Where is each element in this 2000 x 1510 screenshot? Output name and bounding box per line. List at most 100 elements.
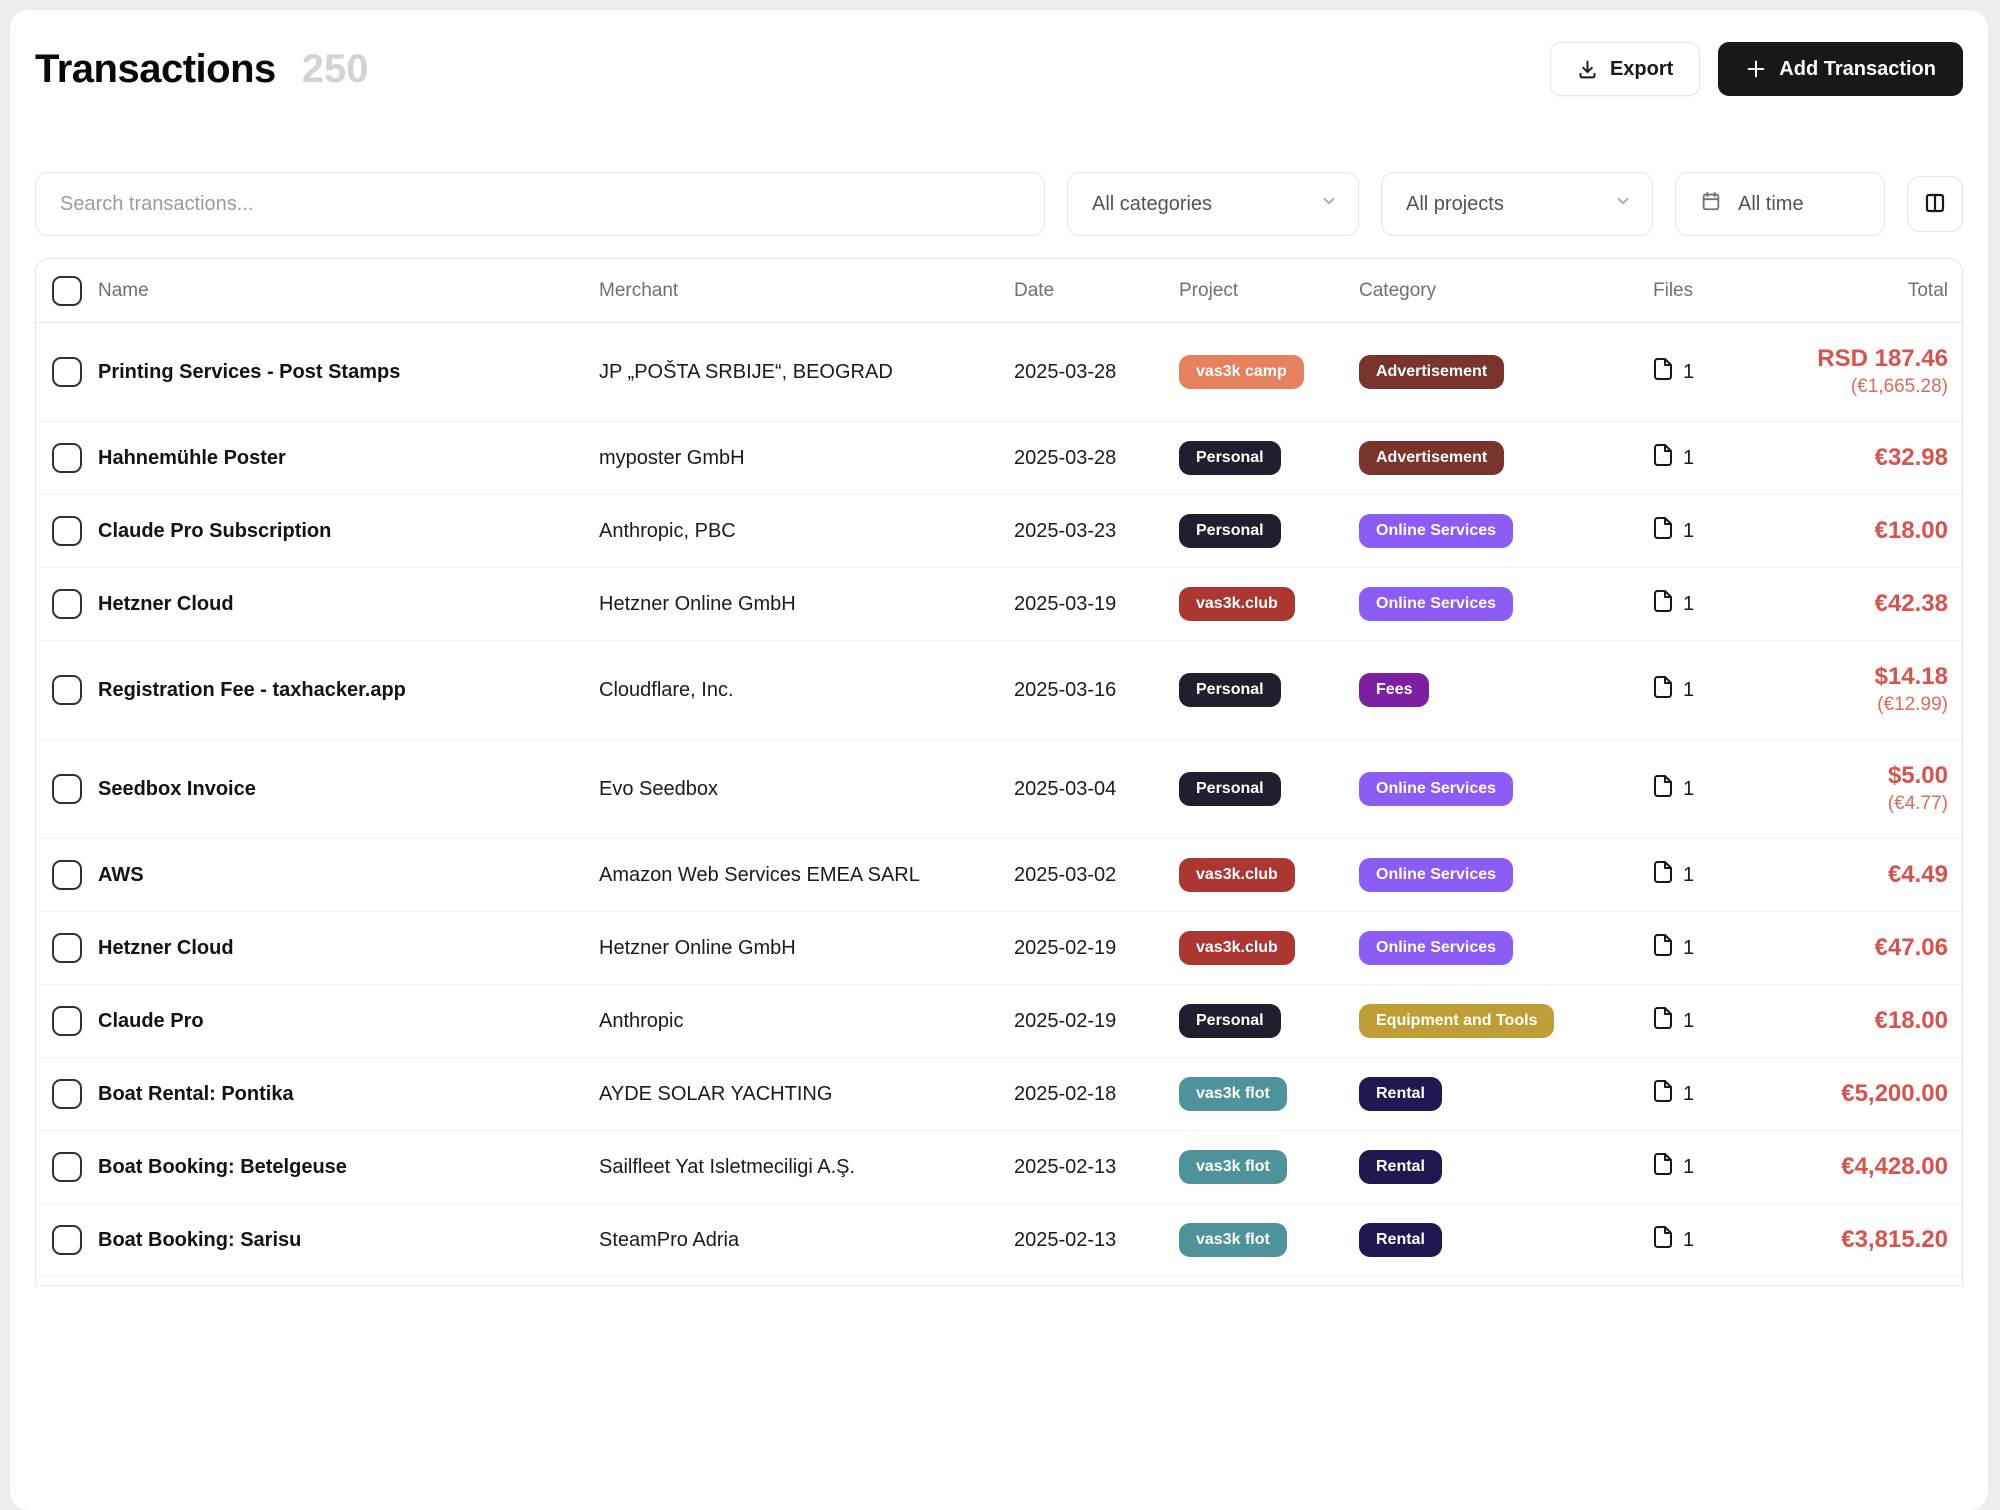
add-transaction-button[interactable]: Add Transaction — [1718, 42, 1963, 96]
file-count: 1 — [1683, 1083, 1694, 1106]
col-header-files: Files — [1653, 280, 1743, 302]
total-amount: €18.00 — [1743, 1007, 1948, 1036]
project-cell: Personal — [1179, 441, 1359, 475]
project-cell: vas3k.club — [1179, 858, 1359, 892]
row-checkbox[interactable] — [52, 675, 82, 705]
row-checkbox-cell — [36, 443, 98, 473]
table-row[interactable]: Claude Pro Subscription Anthropic, PBC 2… — [36, 495, 1962, 568]
merchant-name: Evo Seedbox — [599, 778, 1014, 801]
transaction-name: Boat Rental: Pontika — [98, 1083, 599, 1106]
category-badge: Online Services — [1359, 858, 1513, 892]
files-cell: 1 — [1653, 675, 1743, 705]
project-cell: Personal — [1179, 772, 1359, 806]
total-cell: RSD 187.46 (€1,665.28) — [1743, 345, 1962, 399]
export-button-label: Export — [1610, 58, 1673, 81]
table-row[interactable]: Hetzner Cloud Hetzner Online GmbH 2025-0… — [36, 912, 1962, 985]
chevron-down-icon — [1320, 192, 1338, 216]
row-checkbox[interactable] — [52, 933, 82, 963]
date-range-value: All time — [1738, 193, 1804, 216]
file-count: 1 — [1683, 937, 1694, 960]
file-icon — [1653, 774, 1673, 804]
transaction-date: 2025-03-19 — [1014, 593, 1179, 616]
project-badge: vas3k camp — [1179, 355, 1304, 389]
merchant-name: Hetzner Online GmbH — [599, 593, 1014, 616]
file-count: 1 — [1683, 679, 1694, 702]
table-row[interactable]: Hahnemühle Poster myposter GmbH 2025-03-… — [36, 422, 1962, 495]
file-icon — [1653, 1225, 1673, 1255]
file-count: 1 — [1683, 1010, 1694, 1033]
total-amount: RSD 187.46 — [1743, 345, 1948, 374]
row-checkbox-cell — [36, 1225, 98, 1255]
row-checkbox[interactable] — [52, 1225, 82, 1255]
row-checkbox[interactable] — [52, 1152, 82, 1182]
total-cell: €32.98 — [1743, 444, 1962, 473]
col-header-total: Total — [1743, 280, 1962, 302]
column-toggle-button[interactable] — [1907, 176, 1963, 232]
row-checkbox[interactable] — [52, 357, 82, 387]
merchant-name: Hetzner Online GmbH — [599, 937, 1014, 960]
project-cell: Personal — [1179, 673, 1359, 707]
row-checkbox-cell — [36, 1152, 98, 1182]
table-row[interactable]: Boat Rental: Pontika AYDE SOLAR YACHTING… — [36, 1058, 1962, 1131]
table-row[interactable]: Seedbox Invoice Evo Seedbox 2025-03-04 P… — [36, 740, 1962, 839]
total-cell: €4,428.00 — [1743, 1153, 1962, 1182]
table-row[interactable]: Claude Pro Anthropic 2025-02-19 Personal… — [36, 985, 1962, 1058]
total-cell: €4.49 — [1743, 861, 1962, 890]
file-icon — [1653, 675, 1673, 705]
header-actions: Export Add Transaction — [1550, 42, 1963, 96]
table-row[interactable]: AWS Amazon Web Services EMEA SARL 2025-0… — [36, 839, 1962, 912]
table-row[interactable]: Boat Booking: Betelgeuse Sailfleet Yat I… — [36, 1131, 1962, 1204]
total-amount: €4.49 — [1743, 861, 1948, 890]
transaction-name: Printing Services - Post Stamps — [98, 361, 599, 384]
file-icon — [1653, 443, 1673, 473]
total-amount: €3,815.20 — [1743, 1226, 1948, 1255]
row-checkbox[interactable] — [52, 860, 82, 890]
col-header-date: Date — [1014, 280, 1179, 302]
transaction-name: Hahnemühle Poster — [98, 447, 599, 470]
row-checkbox[interactable] — [52, 774, 82, 804]
export-button[interactable]: Export — [1550, 42, 1700, 96]
transaction-name: Boat Booking: Sarisu — [98, 1229, 599, 1252]
date-range-filter[interactable]: All time — [1675, 172, 1885, 236]
table-row[interactable]: Printing Services - Post Stamps JP „POŠT… — [36, 323, 1962, 422]
table-row[interactable]: Registration Fee - taxhacker.app Cloudfl… — [36, 641, 1962, 740]
content-card: Transactions 250 Export Add Transaction … — [10, 10, 1988, 1510]
category-badge: Rental — [1359, 1150, 1442, 1184]
project-filter[interactable]: All projects — [1381, 172, 1653, 236]
row-checkbox[interactable] — [52, 1079, 82, 1109]
total-amount: $5.00 — [1743, 762, 1948, 791]
row-checkbox[interactable] — [52, 589, 82, 619]
transaction-name: Hetzner Cloud — [98, 937, 599, 960]
total-cell: €42.38 — [1743, 590, 1962, 619]
add-transaction-button-label: Add Transaction — [1779, 58, 1936, 81]
transaction-name: AWS — [98, 864, 599, 887]
total-amount: €42.38 — [1743, 590, 1948, 619]
page-header: Transactions 250 Export Add Transaction — [35, 40, 1963, 98]
category-filter[interactable]: All categories — [1067, 172, 1359, 236]
file-count: 1 — [1683, 361, 1694, 384]
search-input[interactable] — [35, 172, 1045, 236]
file-count: 1 — [1683, 1156, 1694, 1179]
total-converted: (€4.77) — [1743, 793, 1948, 816]
transaction-date: 2025-03-23 — [1014, 520, 1179, 543]
project-badge: Personal — [1179, 772, 1281, 806]
row-checkbox[interactable] — [52, 1006, 82, 1036]
table-row[interactable]: Boat Booking: Sarisu SteamPro Adria 2025… — [36, 1204, 1962, 1277]
select-all-checkbox[interactable] — [52, 276, 82, 306]
total-amount: $14.18 — [1743, 663, 1948, 692]
transaction-name: Registration Fee - taxhacker.app — [98, 679, 599, 702]
transaction-name: Hetzner Cloud — [98, 593, 599, 616]
files-cell: 1 — [1653, 774, 1743, 804]
table-row[interactable]: Hetzner Cloud Hetzner Online GmbH 2025-0… — [36, 568, 1962, 641]
file-count: 1 — [1683, 447, 1694, 470]
project-badge: Personal — [1179, 514, 1281, 548]
project-cell: vas3k camp — [1179, 355, 1359, 389]
transaction-date: 2025-03-28 — [1014, 361, 1179, 384]
row-checkbox[interactable] — [52, 443, 82, 473]
table-header-row: Name Merchant Date Project Category File… — [36, 259, 1962, 323]
row-checkbox[interactable] — [52, 516, 82, 546]
project-filter-value: All projects — [1406, 193, 1504, 216]
category-badge: Online Services — [1359, 931, 1513, 965]
transaction-date: 2025-02-13 — [1014, 1156, 1179, 1179]
files-cell: 1 — [1653, 1006, 1743, 1036]
